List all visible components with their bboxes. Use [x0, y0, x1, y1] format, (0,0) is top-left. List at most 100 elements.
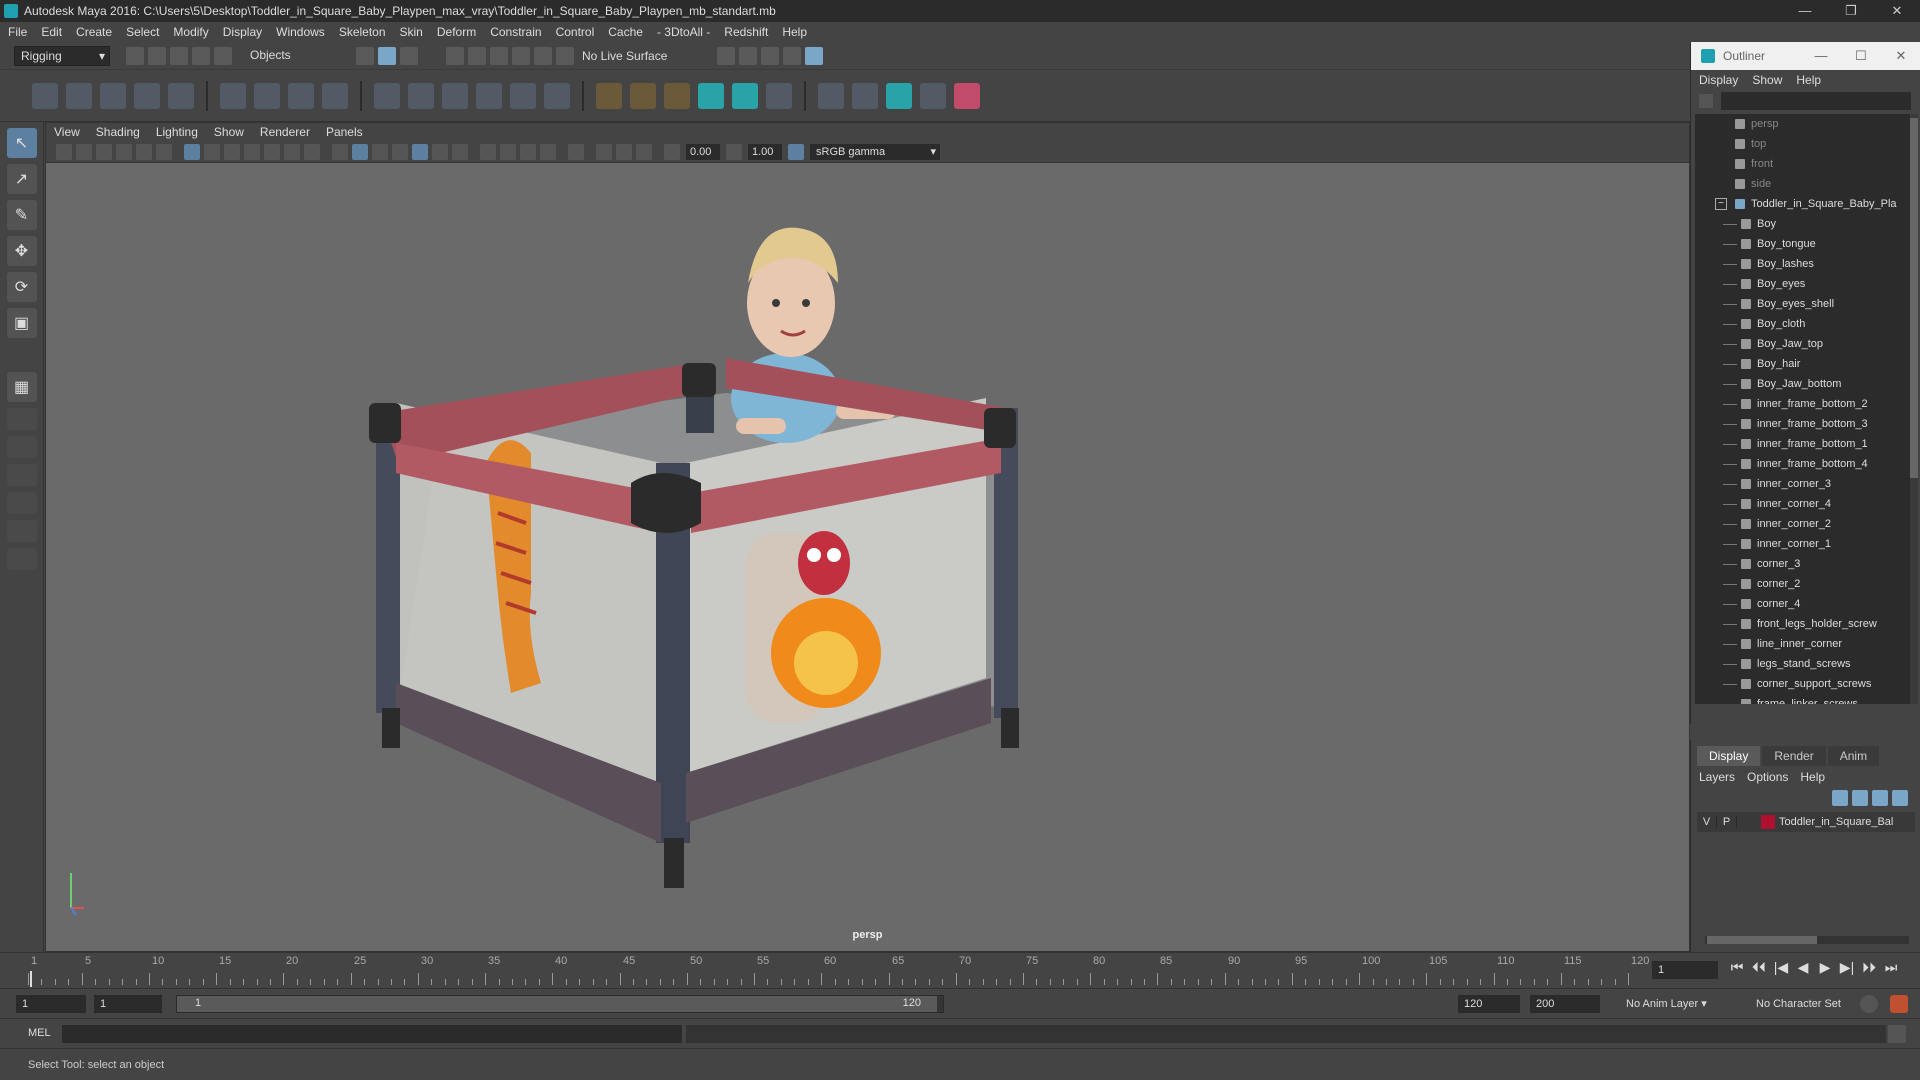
motion-blur-icon[interactable] [500, 143, 516, 160]
rotate-tool-icon[interactable]: ⟳ [6, 272, 37, 302]
locator-icon[interactable] [596, 82, 622, 109]
safe-title-icon[interactable] [304, 143, 320, 160]
quick-rig-icon[interactable] [732, 82, 758, 109]
resolution-gate-icon[interactable] [224, 143, 240, 160]
menu-edit[interactable]: Edit [41, 25, 62, 39]
side-by-side-layout-icon[interactable] [6, 436, 37, 458]
bookmark-icon[interactable] [96, 143, 112, 160]
snap-surface-icon[interactable] [534, 46, 552, 65]
viewport-menu-renderer[interactable]: Renderer [260, 125, 310, 139]
outliner-item[interactable]: inner_corner_3 [1695, 474, 1911, 494]
range-bar[interactable]: 1 120 [176, 995, 944, 1013]
custom-layout-icon[interactable] [6, 548, 37, 570]
layer-visibility-toggle[interactable]: V [1697, 816, 1717, 828]
outliner-scrollbar[interactable] [1910, 114, 1918, 704]
xray-components-icon[interactable] [636, 143, 652, 160]
viewport-menu-lighting[interactable]: Lighting [156, 125, 198, 139]
menu-create[interactable]: Create [76, 25, 112, 39]
outliner-item[interactable]: Boy_hair [1695, 354, 1911, 374]
wireframe-icon[interactable] [332, 143, 348, 160]
menu-redshift[interactable]: Redshift [724, 25, 768, 39]
menu-cache[interactable]: Cache [608, 25, 643, 39]
outliner-item[interactable]: corner_4 [1695, 594, 1911, 614]
gamma-field[interactable]: 1.00 [748, 143, 782, 160]
play-forwards-button[interactable]: ▶ [1814, 959, 1836, 976]
step-back-frame-button[interactable]: |◀ [1770, 959, 1792, 976]
scale-tool-icon[interactable]: ▣ [6, 308, 37, 338]
outliner-item[interactable]: legs_stand_screws [1695, 654, 1911, 674]
field-chart-icon[interactable] [264, 143, 280, 160]
outliner-menu-help[interactable]: Help [1796, 73, 1821, 87]
range-bar-fill[interactable] [177, 996, 937, 1012]
four-view-layout-icon[interactable] [6, 408, 37, 430]
current-time-indicator[interactable] [30, 971, 32, 987]
outliner-item[interactable]: front [1695, 154, 1911, 174]
close-button[interactable]: ✕ [1874, 0, 1920, 22]
outliner-scroll-thumb[interactable] [1910, 118, 1918, 478]
default-material-icon[interactable] [372, 143, 388, 160]
character-set-dropdown[interactable]: No Character Set [1756, 995, 1841, 1013]
render-settings-icon[interactable] [761, 46, 780, 65]
layer-menu-help[interactable]: Help [1800, 770, 1825, 784]
auto-key-icon[interactable] [1860, 995, 1878, 1013]
outliner-item[interactable]: side [1695, 174, 1911, 194]
outliner-item[interactable]: inner_frame_bottom_3 [1695, 414, 1911, 434]
scene-render[interactable] [46, 163, 1689, 951]
color-management-icon[interactable] [788, 143, 804, 160]
ik-handle-icon[interactable] [66, 82, 92, 109]
screen-space-ao-icon[interactable] [480, 143, 496, 160]
lasso-tool-icon[interactable]: ↗ [6, 164, 37, 194]
outliner-item[interactable]: front_legs_holder_screw [1695, 614, 1911, 634]
orient-joint-icon[interactable] [168, 82, 194, 109]
outliner-item[interactable]: Boy_Jaw_bottom [1695, 374, 1911, 394]
humanik-icon[interactable] [698, 82, 724, 109]
outliner-item[interactable]: inner_frame_bottom_1 [1695, 434, 1911, 454]
tab-anim[interactable]: Anim [1827, 746, 1880, 766]
camera-attributes-icon[interactable] [76, 143, 92, 160]
new-layer-icon[interactable] [1872, 790, 1888, 806]
paint-select-tool-icon[interactable]: ✎ [6, 200, 37, 230]
constraint-orient-icon[interactable] [442, 82, 468, 109]
step-forward-key-button[interactable]: ⏵⏵ [1858, 959, 1880, 976]
smooth-shade-icon[interactable] [352, 143, 368, 160]
layer-menu-options[interactable]: Options [1747, 770, 1788, 784]
command-input[interactable] [62, 1025, 682, 1043]
outliner-item[interactable]: persp [1695, 114, 1911, 134]
outliner-item[interactable]: Boy_tongue [1695, 234, 1911, 254]
menu-modify[interactable]: Modify [173, 25, 208, 39]
outliner-item[interactable]: Boy_Jaw_top [1695, 334, 1911, 354]
menu-windows[interactable]: Windows [276, 25, 325, 39]
step-back-key-button[interactable]: ⏴⏴ [1748, 959, 1770, 976]
current-frame-field[interactable]: 1 [1652, 961, 1718, 979]
mudbox-icon[interactable] [886, 82, 912, 109]
menu-skeleton[interactable]: Skeleton [339, 25, 386, 39]
tab-display[interactable]: Display [1697, 746, 1761, 766]
grease-pencil-icon[interactable] [156, 143, 172, 160]
hypershade-icon[interactable] [783, 46, 802, 65]
snap-plane-icon[interactable] [512, 46, 530, 65]
rivet-icon[interactable] [630, 82, 656, 109]
outliner-list[interactable]: persp top front side − Toddler_in_Square_… [1695, 114, 1911, 704]
outliner-item[interactable]: inner_corner_2 [1695, 514, 1911, 534]
outliner-item[interactable]: frame_linker_screws [1695, 694, 1911, 704]
menuset-dropdown[interactable]: Rigging ▾ [14, 45, 110, 66]
magnet-icon[interactable] [556, 46, 574, 65]
redo-icon[interactable] [214, 46, 232, 65]
select-tool-icon[interactable]: ↖ [6, 128, 37, 158]
menu-constrain[interactable]: Constrain [490, 25, 541, 39]
paint-effects-icon[interactable] [852, 82, 878, 109]
channel-control-icon[interactable] [766, 82, 792, 109]
maximize-button[interactable]: ❐ [1828, 0, 1874, 22]
viewport-panel[interactable]: View Shading Lighting Show Renderer Pane… [45, 122, 1690, 952]
anti-aliasing-icon[interactable] [520, 143, 536, 160]
xray-icon[interactable] [596, 143, 612, 160]
xray-joints-icon[interactable] [616, 143, 632, 160]
layer-color-swatch[interactable] [1761, 815, 1775, 829]
constraint-aim-icon[interactable] [510, 82, 536, 109]
select-object-icon[interactable] [378, 46, 396, 65]
camera-select-icon[interactable] [56, 143, 72, 160]
move-layer-down-icon[interactable] [1852, 790, 1868, 806]
shelf-handle[interactable] [14, 82, 24, 109]
time-ruler[interactable]: 1 5 10 15 20 25 30 35 40 45 50 55 60 65 70 75 80 85 90 95 10… [28, 953, 1649, 987]
minimize-button[interactable]: — [1782, 0, 1828, 22]
